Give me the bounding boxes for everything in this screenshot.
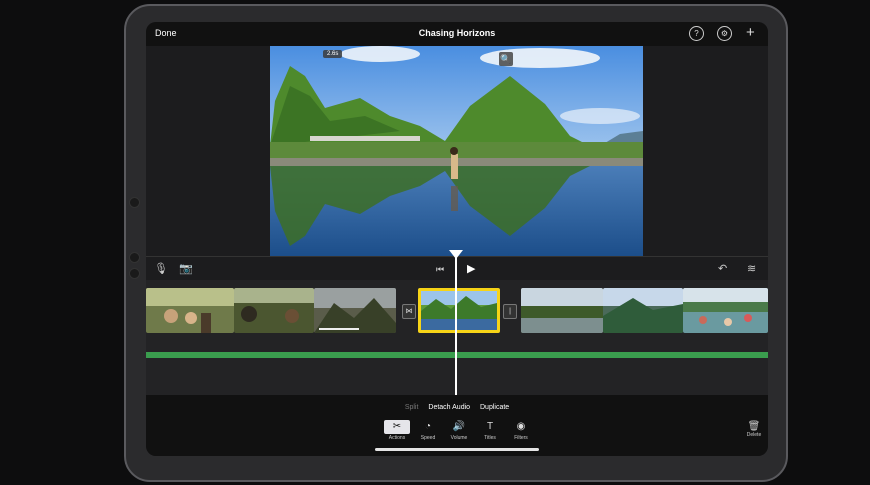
zoom-icon[interactable]: 🔍 (499, 52, 513, 66)
speedometer-icon: ◔ (424, 421, 432, 432)
audio-waveform-icon[interactable]: ≋ (747, 262, 756, 275)
camera-icon[interactable]: 📷 (179, 262, 193, 275)
tab-titles[interactable]: T Titles (477, 420, 503, 441)
timeline[interactable]: ⋈ | (146, 280, 768, 395)
microphone-icon[interactable]: 🎙 (154, 262, 168, 275)
side-button-dot (129, 268, 140, 279)
tab-label: Actions (388, 435, 406, 441)
play-icon[interactable]: ▶ (467, 262, 475, 275)
project-title: Chasing Horizons (418, 28, 496, 38)
app-screen: Done Chasing Horizons ? ⚙ + 2.6s 🔍 🎙 📷 ⏮… (146, 22, 768, 456)
text-icon: T (486, 421, 494, 432)
tab-label: Filters (514, 435, 528, 441)
skip-to-start-icon[interactable]: ⏮ (436, 264, 444, 275)
playhead[interactable] (455, 250, 457, 396)
tab-actions[interactable]: ✂ Actions (384, 420, 410, 441)
bottom-toolbar: Split Detach Audio Duplicate ✂ Actions ◔… (146, 395, 768, 456)
video-viewer: 2.6s 🔍 (146, 46, 768, 256)
filters-icon: ◉ (516, 421, 526, 432)
audio-track[interactable] (146, 352, 768, 358)
help-icon[interactable]: ? (689, 26, 704, 41)
add-icon[interactable]: + (746, 24, 755, 41)
home-indicator (375, 448, 539, 451)
scissors-icon: ✂ (384, 420, 410, 434)
clip-duration-badge: 2.6s (323, 50, 343, 58)
clip-actions-row: Split Detach Audio Duplicate (146, 404, 768, 411)
video-preview[interactable] (270, 46, 643, 256)
tab-label: Speed (420, 435, 436, 441)
duplicate-button[interactable]: Duplicate (480, 404, 509, 411)
transition-icon[interactable]: | (503, 304, 517, 319)
clip-3[interactable] (314, 288, 396, 333)
detach-audio-button[interactable]: Detach Audio (428, 404, 470, 411)
clip-5[interactable] (521, 288, 603, 333)
trash-icon: 🗑 (747, 421, 761, 432)
tab-volume[interactable]: 🔊 Volume (446, 420, 472, 441)
playhead-marker[interactable] (449, 250, 463, 259)
tab-speed[interactable]: ◔ Speed (415, 420, 441, 441)
tab-filters[interactable]: ◉ Filters (508, 420, 534, 441)
split-button[interactable]: Split (405, 404, 419, 411)
side-camera-dot (129, 197, 140, 208)
tab-label: Titles (484, 435, 496, 441)
delete-button[interactable]: 🗑 Delete (744, 421, 764, 438)
top-bar: Done Chasing Horizons ? ⚙ + (146, 22, 768, 46)
undo-icon[interactable]: ↶ (718, 262, 727, 275)
speaker-icon: 🔊 (452, 421, 466, 432)
transition-icon[interactable]: ⋈ (402, 304, 416, 319)
clip-2[interactable] (234, 288, 314, 333)
clip-6[interactable] (603, 288, 683, 333)
tab-label: Volume (450, 435, 468, 441)
clip-7[interactable] (683, 288, 768, 333)
settings-icon[interactable]: ⚙ (717, 26, 732, 41)
selected-clip[interactable] (418, 288, 500, 333)
delete-label: Delete (746, 432, 762, 438)
transport-bar: 🎙 📷 ⏮ ▶ ↶ ≋ (146, 256, 768, 281)
tool-tabs: ✂ Actions ◔ Speed 🔊 Volume T Titles ◉ Fi… (384, 420, 534, 446)
clip-1[interactable] (146, 288, 234, 333)
side-button-dot (129, 252, 140, 263)
